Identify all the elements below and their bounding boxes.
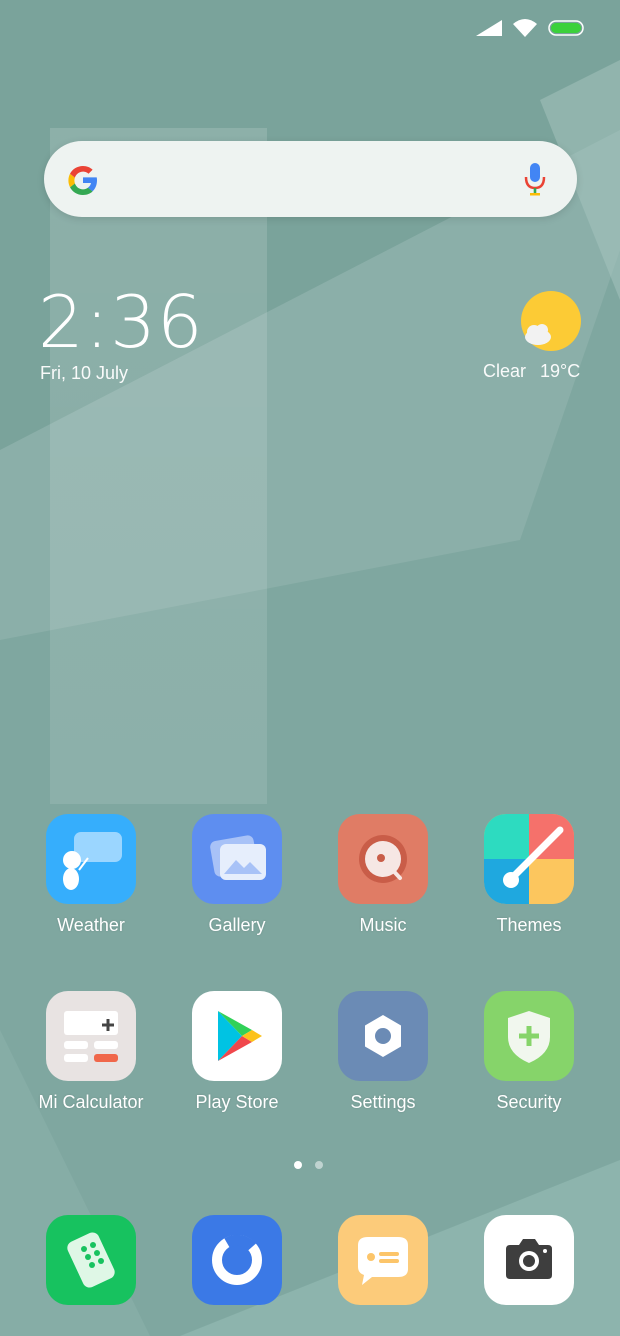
app-label: Security xyxy=(496,1092,562,1112)
app-weather[interactable]: Weather xyxy=(18,814,164,936)
themes-app-icon xyxy=(484,814,574,904)
dock-phone[interactable] xyxy=(46,1215,136,1305)
music-app-icon xyxy=(338,814,428,904)
app-label: Themes xyxy=(496,915,562,935)
settings-app-icon xyxy=(338,991,428,1081)
app-label: Play Store xyxy=(195,1092,279,1112)
google-g-icon xyxy=(68,166,97,195)
app-music[interactable]: Music xyxy=(310,814,456,936)
app-gallery[interactable]: Gallery xyxy=(164,814,310,936)
weather-summary: Clear 19°C xyxy=(483,361,580,382)
dock-camera[interactable] xyxy=(484,1215,574,1305)
gallery-app-icon xyxy=(192,814,282,904)
app-label: Settings xyxy=(350,1092,416,1112)
home-screen: 2:36 Fri, 10 July Clear 19°C Weather Gall… xyxy=(0,0,620,1336)
play-store-app-icon xyxy=(192,991,282,1081)
app-security[interactable]: Security xyxy=(456,991,602,1113)
app-label: Gallery xyxy=(208,915,266,935)
calculator-app-icon xyxy=(46,991,136,1081)
dock-messages[interactable] xyxy=(338,1215,428,1305)
clock-time[interactable]: 2:36 xyxy=(38,280,204,364)
clock-date: Fri, 10 July xyxy=(40,363,129,383)
app-label: Weather xyxy=(57,915,125,935)
wallpaper-light-panel xyxy=(50,128,267,804)
app-settings[interactable]: Settings xyxy=(310,991,456,1113)
security-app-icon xyxy=(484,991,574,1081)
battery-icon xyxy=(548,20,584,36)
messages-app-icon xyxy=(338,1215,428,1305)
google-search-bar[interactable] xyxy=(44,141,577,217)
weather-app-icon xyxy=(46,814,136,904)
weather-sun-cloud-icon[interactable] xyxy=(518,288,584,354)
wifi-icon xyxy=(513,19,537,37)
page-dot[interactable] xyxy=(315,1161,323,1169)
app-themes[interactable]: Themes xyxy=(456,814,602,936)
phone-app-icon xyxy=(46,1215,136,1305)
app-mi-calculator[interactable]: Mi Calculator xyxy=(18,991,164,1113)
app-label: Mi Calculator xyxy=(38,1092,144,1112)
app-play-store[interactable]: Play Store xyxy=(164,991,310,1113)
page-dot-active[interactable] xyxy=(294,1161,302,1169)
status-bar xyxy=(0,0,620,56)
dock-browser[interactable] xyxy=(192,1215,282,1305)
app-label: Music xyxy=(359,915,407,935)
camera-app-icon xyxy=(484,1215,574,1305)
page-indicator[interactable] xyxy=(294,1161,323,1169)
weather-condition: Clear xyxy=(483,361,527,381)
browser-app-icon xyxy=(192,1215,282,1305)
weather-temperature: 19°C xyxy=(540,361,581,381)
signal-icon xyxy=(476,20,502,36)
microphone-icon[interactable] xyxy=(523,161,547,197)
